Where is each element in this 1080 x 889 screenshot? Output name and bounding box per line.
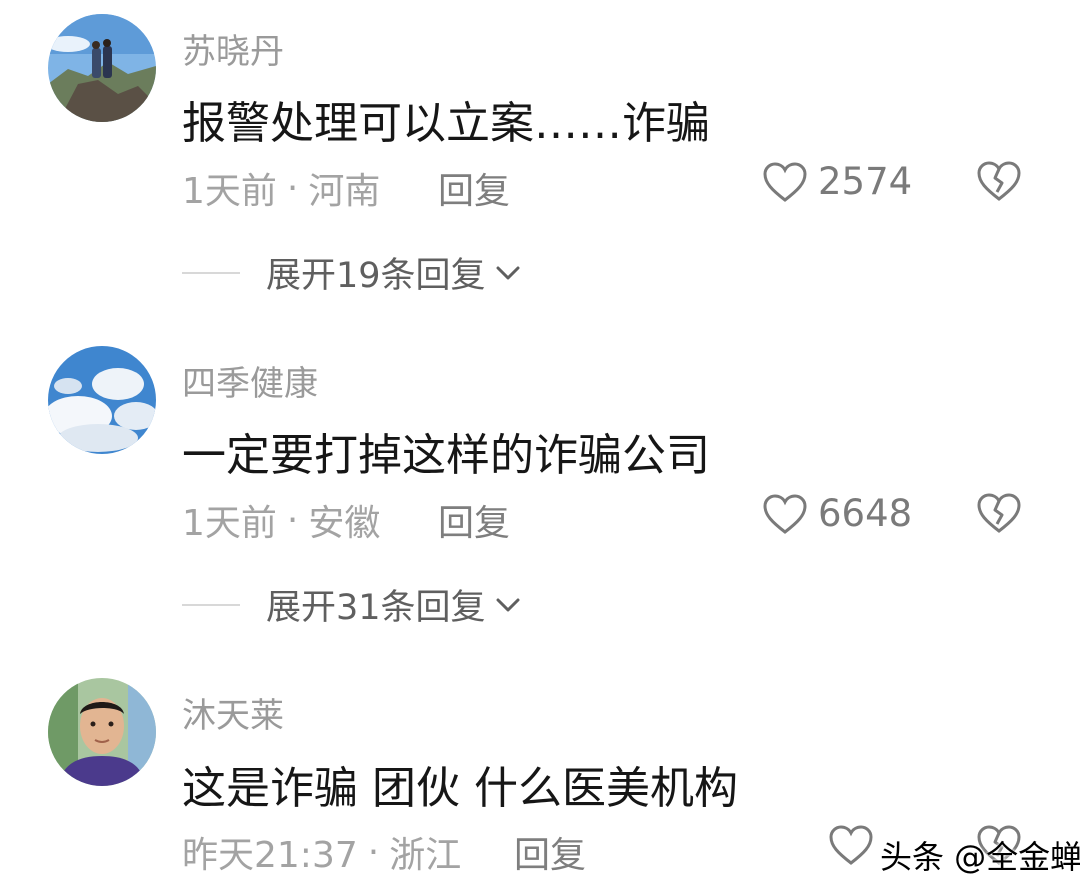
expand-replies-button[interactable]: 展开19条回复: [182, 247, 522, 298]
heart-outline-icon: [763, 493, 807, 534]
avatar-photo-sky: [48, 346, 156, 454]
comment-location: 浙江: [389, 835, 462, 876]
chevron-down-icon: [496, 266, 520, 279]
expand-replies-label: 展开31条回复: [266, 588, 486, 628]
reply-button[interactable]: 回复: [514, 826, 586, 878]
avatar[interactable]: [48, 346, 156, 454]
like-count: 6648: [818, 492, 913, 535]
watermark: 头条 @全金蝉: [880, 838, 1080, 876]
reply-button[interactable]: 回复: [438, 494, 510, 546]
reply-button[interactable]: 回复: [438, 162, 510, 214]
like-count: 2574: [818, 160, 913, 203]
chevron-down-icon: [496, 598, 520, 611]
comment-meta: 昨天21:37 · 浙江: [182, 826, 461, 878]
expand-divider: [182, 603, 240, 606]
like-button[interactable]: 6648: [762, 492, 912, 535]
like-button[interactable]: 2574: [762, 160, 912, 203]
meta-separator: ·: [286, 499, 299, 541]
broken-heart-icon: [977, 493, 1021, 533]
heart-outline-icon: [829, 825, 873, 865]
comment-time: 1天前: [182, 503, 277, 544]
dislike-button[interactable]: [976, 160, 1022, 202]
expand-divider: [182, 271, 240, 274]
comment-text: 一定要打掉这样的诈骗公司: [182, 430, 710, 481]
comment-meta: 1天前 · 河南: [182, 162, 380, 214]
comment-time: 1天前: [182, 171, 277, 212]
comment-text: 这是诈骗 团伙 什么医美机构: [182, 763, 738, 814]
comment-meta: 1天前 · 安徽: [182, 494, 380, 546]
like-button[interactable]: [828, 824, 874, 866]
meta-separator: ·: [367, 831, 380, 873]
avatar-photo-mountain: [48, 14, 156, 122]
expand-replies-label: 展开19条回复: [266, 256, 486, 296]
meta-separator: ·: [286, 167, 299, 209]
comment-location: 河南: [308, 171, 381, 212]
comment-location: 安徽: [308, 503, 381, 544]
username[interactable]: 四季健康: [182, 356, 318, 405]
expand-replies-button[interactable]: 展开31条回复: [182, 579, 522, 630]
avatar[interactable]: [48, 678, 156, 786]
avatar[interactable]: [48, 14, 156, 122]
username[interactable]: 沐天莱: [182, 688, 284, 737]
username[interactable]: 苏晓丹: [182, 24, 284, 73]
avatar-photo-person: [48, 678, 156, 786]
dislike-button[interactable]: [976, 492, 1022, 534]
broken-heart-icon: [977, 161, 1021, 201]
comment-text: 报警处理可以立案……诈骗: [182, 98, 710, 149]
comment-time: 昨天21:37: [182, 835, 358, 876]
heart-outline-icon: [763, 161, 807, 202]
